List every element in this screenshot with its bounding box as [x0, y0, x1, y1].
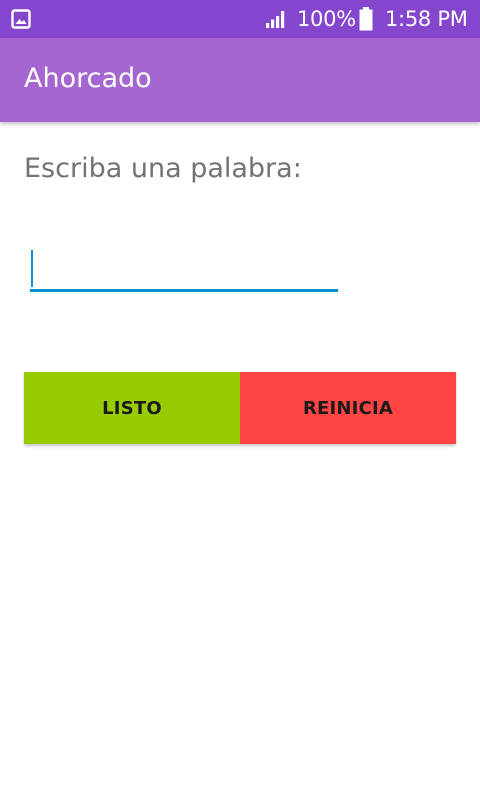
word-prompt-label: Escriba una palabra:: [24, 153, 302, 184]
gallery-icon: [11, 9, 31, 29]
word-input-underline: [30, 289, 338, 292]
button-row: LISTO REINICIA: [24, 372, 456, 444]
battery-percent: 100%: [297, 7, 356, 31]
word-input-container: [30, 244, 340, 294]
battery-icon: [359, 7, 373, 31]
signal-icon: [266, 11, 285, 28]
status-bar: 100% 1:58 PM: [0, 0, 480, 38]
listo-button[interactable]: LISTO: [24, 372, 240, 444]
app-bar: Ahorcado: [0, 38, 480, 122]
status-time: 1:58 PM: [385, 7, 468, 31]
text-cursor: [31, 250, 33, 287]
reinicia-button[interactable]: REINICIA: [240, 372, 456, 444]
word-input[interactable]: [30, 244, 340, 288]
app-title: Ahorcado: [24, 63, 152, 94]
